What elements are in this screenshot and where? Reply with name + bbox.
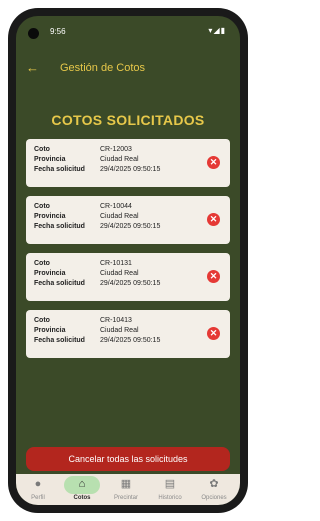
cancel-request-icon[interactable]: ✕ bbox=[207, 327, 220, 340]
coto-label: Coto bbox=[34, 146, 50, 153]
app-bar-title: Gestión de Cotos bbox=[60, 62, 145, 74]
provincia-row: Provincia Ciudad Real bbox=[34, 155, 204, 165]
fecha-value: 29/4/2025 09:50:15 bbox=[100, 166, 161, 173]
arrow-left-icon[interactable]: ← bbox=[26, 60, 40, 76]
qr-code-icon: ▦ bbox=[120, 478, 132, 490]
provincia-label: Provincia bbox=[34, 156, 66, 163]
coto-value: CR-10413 bbox=[100, 317, 132, 324]
nav-item-opciones[interactable]: ✿ Opciones bbox=[192, 474, 236, 505]
cancel-request-icon[interactable]: ✕ bbox=[207, 270, 220, 283]
cancel-all-button[interactable]: Cancelar todas las solicitudes bbox=[26, 447, 230, 471]
coto-label: Coto bbox=[34, 317, 50, 324]
fecha-row: Fecha solicitud 29/4/2025 09:50:15 bbox=[34, 336, 204, 346]
nav-label: Perfil bbox=[31, 495, 45, 501]
coto-label: Coto bbox=[34, 203, 50, 210]
fecha-label: Fecha solicitud bbox=[34, 166, 85, 173]
coto-row: Coto CR-10413 bbox=[34, 316, 204, 326]
fecha-value: 29/4/2025 09:50:15 bbox=[100, 280, 161, 287]
coto-row: Coto CR-10044 bbox=[34, 202, 204, 212]
fecha-row: Fecha solicitud 29/4/2025 09:50:15 bbox=[34, 222, 204, 232]
nav-item-historico[interactable]: ▤ Historico bbox=[148, 474, 192, 505]
nav-item-precintar[interactable]: ▦ Precintar bbox=[104, 474, 148, 505]
nav-label: Historico bbox=[158, 495, 182, 501]
fecha-row: Fecha solicitud 29/4/2025 09:50:15 bbox=[34, 165, 204, 175]
coto-card: Coto CR-12003 Provincia Ciudad Real Fecha … bbox=[26, 139, 230, 187]
coto-value: CR-10131 bbox=[100, 260, 132, 267]
cancel-request-icon[interactable]: ✕ bbox=[207, 156, 220, 169]
provincia-label: Provincia bbox=[34, 270, 66, 277]
fecha-value: 29/4/2025 09:50:15 bbox=[100, 337, 161, 344]
coto-card: Coto CR-10044 Provincia Ciudad Real Fecha … bbox=[26, 196, 230, 244]
cancel-request-icon[interactable]: ✕ bbox=[207, 213, 220, 226]
fecha-row: Fecha solicitud 29/4/2025 09:50:15 bbox=[34, 279, 204, 289]
coto-card: Coto CR-10413 Provincia Ciudad Real Fecha … bbox=[26, 310, 230, 358]
fecha-label: Fecha solicitud bbox=[34, 337, 85, 344]
provincia-row: Provincia Ciudad Real bbox=[34, 326, 204, 336]
provincia-label: Provincia bbox=[34, 213, 66, 220]
coto-value: CR-12003 bbox=[100, 146, 132, 153]
coto-card: Coto CR-10131 Provincia Ciudad Real Fecha … bbox=[26, 253, 230, 301]
provincia-row: Provincia Ciudad Real bbox=[34, 269, 204, 279]
gear-icon: ✿ bbox=[209, 478, 219, 490]
provincia-value: Ciudad Real bbox=[100, 156, 139, 163]
coto-row: Coto CR-12003 bbox=[34, 145, 204, 155]
app-bar: ← Gestión de Cotos bbox=[16, 60, 240, 84]
status-bar: 9:56 ▾◢▮ bbox=[16, 16, 240, 50]
provincia-value: Ciudad Real bbox=[100, 270, 139, 277]
calendar-icon: ▤ bbox=[164, 478, 176, 490]
signal-battery-icon: ▾◢▮ bbox=[208, 26, 226, 35]
fecha-label: Fecha solicitud bbox=[34, 280, 85, 287]
status-time: 9:56 bbox=[50, 27, 66, 36]
page-title: COTOS SOLICITADOS bbox=[51, 112, 205, 128]
nav-item-cotos[interactable]: ⌂ Cotos bbox=[60, 474, 104, 505]
provincia-value: Ciudad Real bbox=[100, 327, 139, 334]
coto-value: CR-10044 bbox=[100, 203, 132, 210]
fecha-value: 29/4/2025 09:50:15 bbox=[100, 223, 161, 230]
coto-row: Coto CR-10131 bbox=[34, 259, 204, 269]
person-icon: ● bbox=[34, 478, 42, 490]
nav-item-perfil[interactable]: ● Perfil bbox=[16, 474, 60, 505]
nav-label: Opciones bbox=[201, 495, 227, 501]
front-camera bbox=[28, 28, 39, 39]
nav-label: Precintar bbox=[113, 495, 138, 501]
nav-label: Cotos bbox=[73, 495, 91, 501]
provincia-label: Provincia bbox=[34, 327, 66, 334]
home-icon: ⌂ bbox=[78, 478, 86, 490]
provincia-value: Ciudad Real bbox=[100, 213, 139, 220]
provincia-row: Provincia Ciudad Real bbox=[34, 212, 204, 222]
app-screen: 9:56 ▾◢▮ ← Gestión de Cotos COTOS SOLICI… bbox=[16, 16, 240, 505]
bottom-nav: ● Perfil ⌂ Cotos ▦ Precintar ▤ Historico… bbox=[16, 474, 240, 505]
coto-label: Coto bbox=[34, 260, 50, 267]
fecha-label: Fecha solicitud bbox=[34, 223, 85, 230]
